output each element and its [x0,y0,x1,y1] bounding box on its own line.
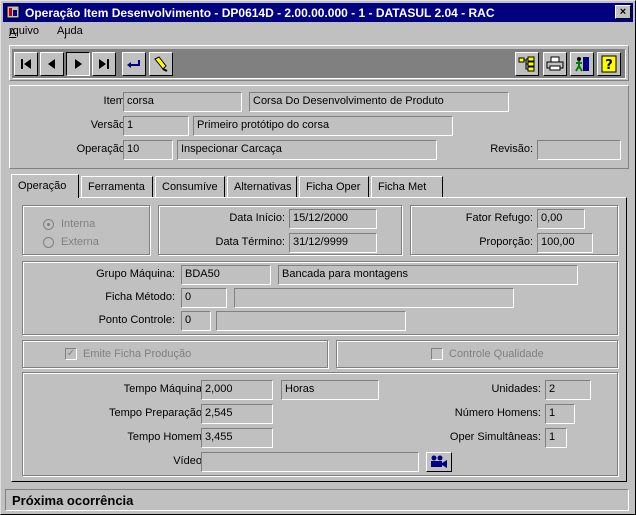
item-code-field[interactable]: corsa [123,92,242,112]
goto-icon [127,60,140,68]
fator-refugo-label: Fator Refugo: [465,212,533,224]
prev-record-button[interactable] [40,52,64,76]
print-button[interactable] [543,52,567,76]
ficha-metodo-label: Ficha Método: [105,291,175,303]
tab-ficha-oper[interactable]: Ficha Oper [299,176,369,197]
versao-desc-field: Primeiro protótipo do corsa [193,116,453,136]
svg-text:?: ? [605,58,613,73]
ponto-controle-label: Ponto Controle: [98,314,175,326]
menu-arquivo[interactable]: Arquivo [9,25,39,39]
video-play-button[interactable] [426,452,452,472]
fator-refugo-field[interactable]: 0,00 [537,209,585,229]
grupo-maquina-label: Grupo Máquina: [96,268,175,280]
proporcao-label: Proporção: [479,236,533,248]
controle-qualidade-label: Controle Qualidade [449,348,544,360]
versao-code-field[interactable]: 1 [123,116,189,136]
next-record-icon [75,59,82,69]
first-record-icon [21,59,31,69]
proporcao-field[interactable]: 100,00 [537,233,593,253]
ponto-controle-desc-field [216,311,406,331]
revisao-field[interactable] [537,140,621,160]
tipo-operacao-group: Interna Externa [22,205,150,255]
emite-ficha-checkbox[interactable]: ✓ [65,348,77,360]
last-record-button[interactable] [92,52,116,76]
unidades-label: Unidades: [491,383,541,395]
goto-button[interactable] [122,52,146,76]
tempo-preparacao-label: Tempo Preparação: [109,407,205,419]
oper-simultaneas-label: Oper Simultâneas: [449,431,541,443]
tempo-homem-field[interactable]: 3,455 [201,428,273,448]
tab-ficha-met[interactable]: Ficha Met [371,176,443,197]
tab-consumivel[interactable]: Consumíve [155,176,225,197]
search-button[interactable] [149,52,173,76]
emite-ficha-group: ✓ Emite Ficha Produção [22,340,328,368]
data-termino-label: Data Término: [215,236,286,248]
header-panel: Item: corsa Corsa Do Desenvolvimento de … [9,85,629,169]
unidade-tempo-field: Horas [281,380,379,400]
search-icon [154,56,168,72]
tempo-maquina-label: Tempo Máquina: [123,383,205,395]
close-button[interactable]: × [615,5,631,19]
radio-externa[interactable] [43,237,54,248]
next-record-button[interactable] [66,52,90,76]
video-camera-icon [431,455,447,468]
operacao-code-field[interactable]: 10 [123,140,173,160]
data-inicio-field[interactable]: 15/12/2000 [289,209,377,229]
ficha-metodo-desc-field [234,288,514,308]
tempos-group: Tempo Máquina: 2,000 Horas Tempo Prepara… [22,372,618,476]
status-bar: Próxima ocorrência [5,489,629,511]
prev-record-icon [48,59,55,69]
help-button[interactable]: ? [597,52,621,76]
fator-group: Fator Refugo: 0,00 Proporção: 100,00 [410,205,618,255]
app-icon [6,5,20,19]
help-icon: ? [601,55,617,73]
ponto-controle-code-field[interactable]: 0 [181,311,211,331]
datas-group: Data Início: 15/12/2000 Data Término: 31… [158,205,402,255]
numero-homens-label: Número Homens: [454,407,541,419]
unidades-field[interactable]: 2 [545,380,591,400]
radio-interna-label: Interna [61,218,96,230]
emite-ficha-label: Emite Ficha Produção [83,348,192,360]
controle-qualidade-checkbox[interactable] [431,348,443,360]
operacao-label: Operação: [76,143,128,155]
operacao-desc-field: Inspecionar Carcaça [177,140,437,160]
last-record-icon [99,59,109,69]
oper-simultaneas-field[interactable]: 1 [545,428,567,448]
grupo-maquina-code-field[interactable]: BDA50 [181,265,271,285]
radio-externa-label: Externa [61,236,99,248]
exit-button[interactable] [570,52,594,76]
print-icon [546,56,564,71]
menu-bar: Arquivo Aj uda [3,23,633,41]
controle-qualidade-group: Controle Qualidade [336,340,618,368]
revisao-label: Revisão: [490,143,533,155]
tree-button[interactable] [515,52,539,76]
numero-homens-field[interactable]: 1 [545,404,575,424]
main-window: Operação Item Desenvolvimento - DP0614D … [0,0,636,515]
first-record-button[interactable] [14,52,38,76]
tempo-preparacao-field[interactable]: 2,545 [201,404,273,424]
item-desc-field: Corsa Do Desenvolvimento de Produto [249,92,509,112]
maquina-group: Grupo Máquina: BDA50 Bancada para montag… [22,261,618,335]
video-field[interactable] [201,452,419,472]
tempo-maquina-field[interactable]: 2,000 [201,380,273,400]
window-title: Operação Item Desenvolvimento - DP0614D … [25,6,495,20]
ficha-metodo-code-field[interactable]: 0 [181,288,227,308]
data-inicio-label: Data Início: [229,212,285,224]
toolbar: ? [9,45,629,81]
tab-operacao[interactable]: Operação [11,174,79,198]
tab-body: Interna Externa Data Início: 15/12/2000 … [11,197,627,482]
tempo-homem-label: Tempo Homem: [127,431,205,443]
radio-interna[interactable] [43,219,54,230]
grupo-maquina-desc-field: Bancada para montagens [278,265,578,285]
menu-ajuda[interactable]: Aj uda [57,25,83,39]
tab-ferramenta[interactable]: Ferramenta [81,176,153,197]
tree-icon [518,56,535,72]
tab-alternativas[interactable]: Alternativas [227,176,297,197]
toolbar-well: ? [12,49,626,79]
exit-icon [575,57,589,72]
data-termino-field[interactable]: 31/12/9999 [289,233,377,253]
title-bar: Operação Item Desenvolvimento - DP0614D … [3,3,633,22]
